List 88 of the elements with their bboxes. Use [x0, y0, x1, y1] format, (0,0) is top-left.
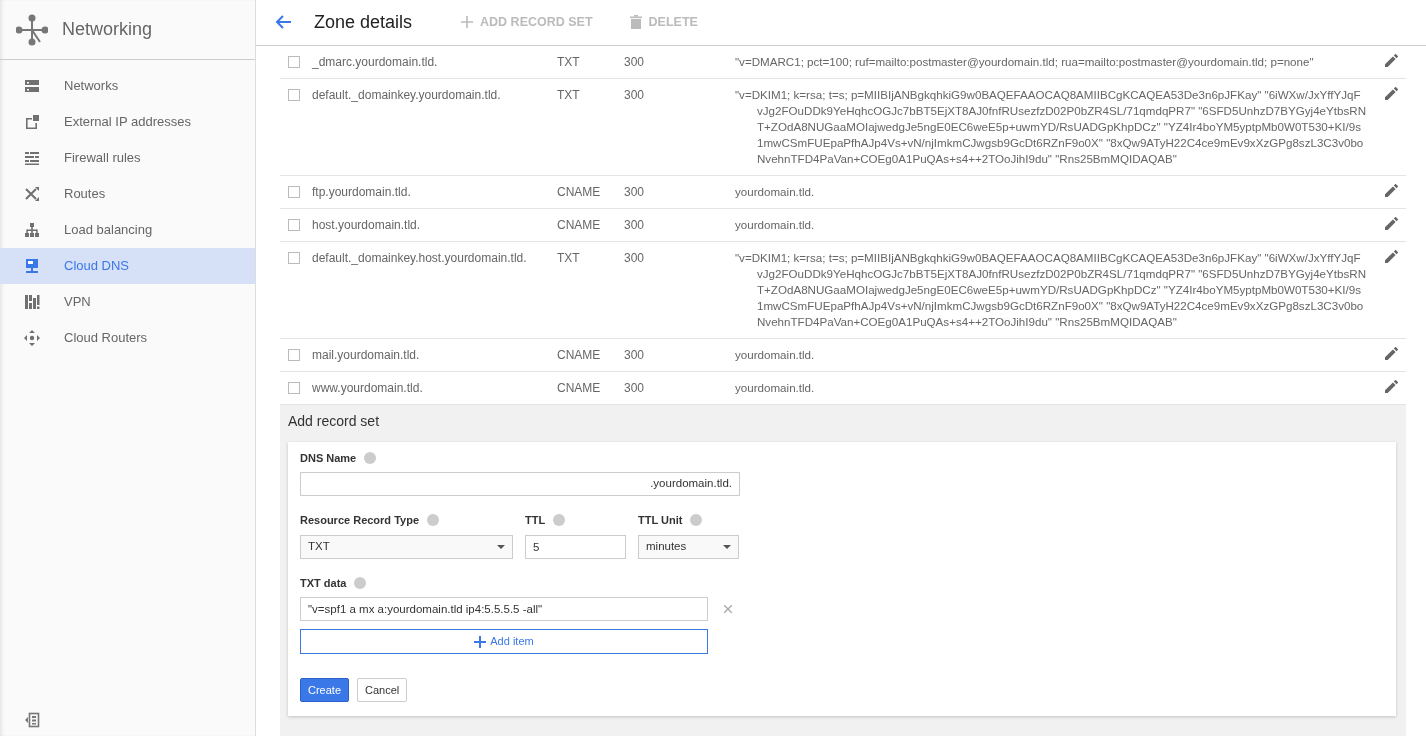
back-arrow-icon[interactable]	[274, 14, 292, 31]
record-type: TXT	[557, 87, 580, 102]
page-title: Zone details	[314, 10, 413, 34]
record-data: yourdomain.tld.	[735, 347, 815, 361]
record-name: www.yourdomain.tld.	[312, 380, 423, 395]
edit-icon[interactable]	[1385, 379, 1398, 393]
row-checkbox[interactable]	[288, 218, 300, 231]
cancel-button[interactable]: Cancel	[357, 678, 408, 702]
help-icon[interactable]	[690, 514, 703, 527]
section-title: Add record set	[288, 411, 381, 431]
record-type: TXT	[557, 54, 580, 69]
networking-logo-icon	[16, 13, 48, 46]
add-item-button[interactable]: Add item	[300, 629, 708, 654]
help-icon[interactable]	[553, 514, 566, 527]
app-title: Networking	[62, 18, 153, 41]
record-type: TXT	[557, 250, 580, 265]
record-data: "v=DKIM1; k=rsa; t=s; p=MIIBIjANBgkqhkiG9w0BAQEFAAOCAQ8AMIIBCgKCAQEA53De3n6pJFKay" "6iWXw/JxYffYJqFvJg2FOuDDk9YeHqhcOGJc7bBT5EjXT8AJ0fnfRUsezfzD02P0bZR4SL/71qmdqPR7" "6SFD5UnhzD7BYGyj4eYtbsRNT+ZOdA8NUGaaMOIajwedgJe5ngE0EC6weE5p+uwmYD/RsUADGpKhpDCz" "YZ4Ir4boYM5yptpMb0W0T530+KI/9s1mwCSmFUEpaPfhAJp4Vs+vN/njImkmCJwgsb9GcDt6RZnF9o0X" "8xQw9ATyH22C4ce9mEv9xXzGPg8szL3C3v0boNvehnTFD4PaVan+COEg0A1PuQAs+s4++2TOoJihI9du" "Rns25BmMQIDAQAB"	[735, 250, 1366, 328]
record-ttl: 300	[624, 250, 645, 265]
record-ttl: 300	[624, 217, 645, 232]
row-checkbox[interactable]	[288, 88, 300, 101]
edit-icon[interactable]	[1385, 216, 1398, 230]
help-icon[interactable]	[427, 514, 439, 527]
help-icon[interactable]	[364, 451, 377, 464]
sidebar-item[interactable]: Firewall rules	[0, 140, 255, 176]
plus-icon	[460, 15, 475, 30]
external-link-icon	[24, 114, 40, 130]
close-icon[interactable]	[724, 605, 732, 613]
record-data: yourdomain.tld.	[735, 184, 815, 198]
row-checkbox[interactable]	[288, 185, 300, 198]
sidebar-item[interactable]: External IP addresses	[0, 104, 255, 140]
field-label: DNS Name	[300, 450, 357, 466]
vpn-icon	[24, 294, 40, 310]
sidebar-item[interactable]: Routes	[0, 176, 255, 212]
txt-data-field[interactable]: "v=spf1 a mx a:yourdomain.tld ip4:5.5.5.5 -all"	[300, 597, 708, 621]
record-name: mail.yourdomain.tld.	[312, 347, 420, 362]
sidebar-item[interactable]: Load balancing	[0, 212, 255, 248]
edit-icon[interactable]	[1385, 86, 1398, 100]
record-ttl: 300	[624, 184, 645, 199]
monitor-icon	[24, 258, 40, 274]
field-label: Resource Record Type	[300, 513, 419, 528]
record-ttl: 300	[624, 54, 645, 69]
record-data: "v=DKIM1; k=rsa; t=s; p=MIIBIjANBgkqhkiG9w0BAQEFAAOCAQ8AMIIBCgKCAQEA53De3n6pJFKay" "6iWXw/JxYffYJqFvJg2FOuDDk9YeHqhcOGJc7bBT5EjXT8AJ0fnfRUsezfzD02P0bZR4SL/71qmdqPR7" "6SFD5UnhzD7BYGyj4eYtbsRNT+ZOdA8NUGaaMOIajwedgJe5ngE0EC6weE5p+uwmYD/RsUADGpKhpDCz" "YZ4Ir4boYM5yptpMb0W0T530+KI/9s1mwCSmFUEpaPfhAJp4Vs+vN/njImkmCJwgsb9GcDt6RZnF9o0X" "8xQw9ATyH22C4ce9mEv9xXzGPg8szL3C3v0boNvehnTFD4PaVan+COEg0A1PuQAs+s4++2TOoJihI9du" "Rns25BmMQIDAQAB"	[735, 87, 1366, 165]
record-name: ftp.yourdomain.tld.	[312, 184, 411, 199]
sidebar-item[interactable]: VPN	[0, 284, 255, 320]
server-icon	[24, 78, 40, 94]
record-ttl: 300	[624, 87, 645, 102]
collapse-sidebar-icon[interactable]	[24, 711, 40, 728]
record-type: CNAME	[557, 380, 601, 395]
field-label: TXT data	[300, 575, 347, 591]
record-type: CNAME	[557, 184, 601, 199]
edit-icon[interactable]	[1385, 53, 1398, 67]
plus-icon	[474, 635, 487, 648]
record-type: CNAME	[557, 347, 601, 362]
dns-name-field[interactable]: .yourdomain.tld.	[300, 472, 740, 496]
trash-icon	[628, 15, 643, 30]
record-data: yourdomain.tld.	[735, 380, 815, 394]
ttl-unit-select[interactable]: minutes	[638, 534, 739, 559]
sidebar-item[interactable]: Cloud Routers	[0, 320, 255, 356]
field-label: TTL	[525, 513, 546, 528]
record-ttl: 300	[624, 380, 645, 395]
record-name: _dmarc.yourdomain.tld.	[312, 54, 438, 69]
record-data: "v=DMARC1; pct=100; ruf=mailto:postmaster@yourdomain.tld; rua=mailto:postmaster@yourdomain.tld; p=none"	[735, 54, 1314, 68]
sidebar-item[interactable]: Networks	[0, 68, 255, 104]
row-checkbox[interactable]	[288, 251, 300, 264]
router-icon	[24, 330, 40, 346]
row-checkbox[interactable]	[288, 348, 300, 361]
ttl-field[interactable]: 5	[525, 534, 626, 559]
record-ttl: 300	[624, 347, 645, 362]
hierarchy-icon	[24, 222, 40, 238]
caret-icon	[497, 544, 505, 549]
caret-icon	[723, 544, 731, 549]
sidebar-item[interactable]: Cloud DNS	[0, 248, 255, 284]
record-name: default._domainkey.host.yourdomain.tld.	[312, 250, 527, 265]
shuffle-icon	[24, 186, 40, 202]
record-name: default._domainkey.yourdomain.tld.	[312, 87, 501, 102]
help-icon[interactable]	[354, 576, 367, 589]
edit-icon[interactable]	[1385, 346, 1398, 360]
row-checkbox[interactable]	[288, 381, 300, 394]
row-checkbox[interactable]	[288, 55, 300, 68]
record-type-select[interactable]: TXT	[300, 534, 513, 559]
record-type: CNAME	[557, 217, 601, 232]
record-data: yourdomain.tld.	[735, 217, 815, 231]
record-name: host.yourdomain.tld.	[312, 217, 421, 232]
firewall-icon	[24, 150, 40, 166]
edit-icon[interactable]	[1385, 249, 1398, 263]
create-button[interactable]: Create	[300, 678, 350, 702]
edit-icon[interactable]	[1385, 183, 1398, 197]
field-label: TTL Unit	[638, 513, 683, 528]
